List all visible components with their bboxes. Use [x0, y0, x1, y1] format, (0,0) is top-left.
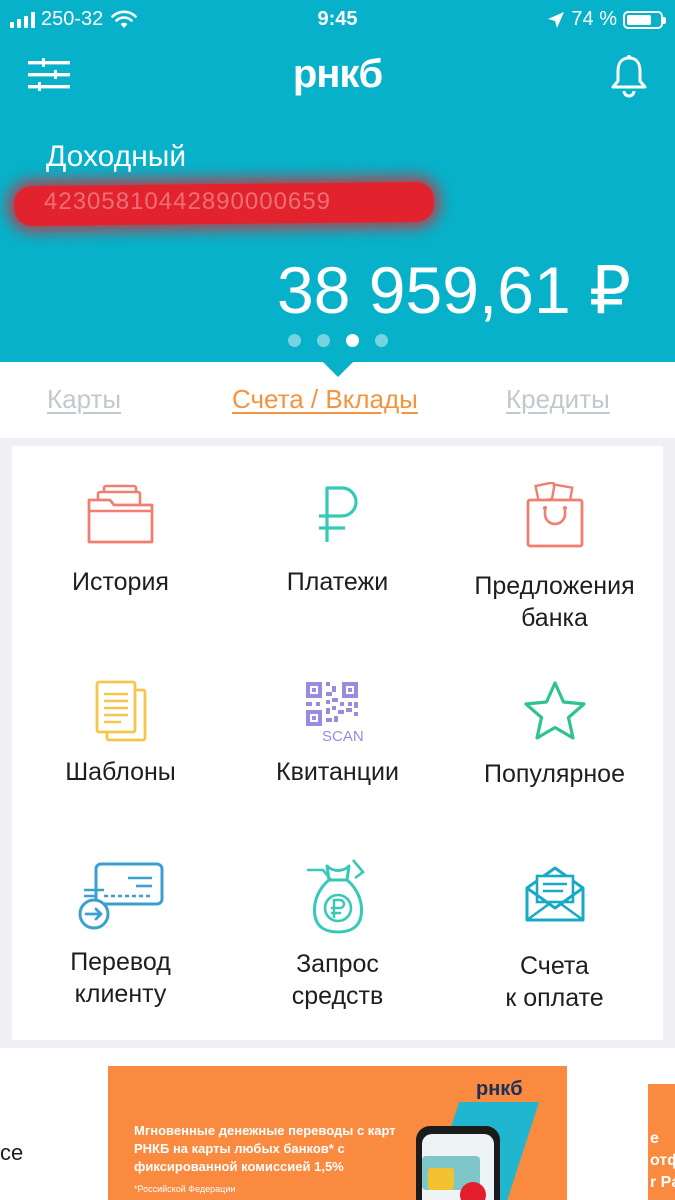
- notifications-button[interactable]: [608, 54, 650, 98]
- action-grid: История Платежи Предложения банка Шаблон…: [12, 446, 663, 1040]
- page-dot[interactable]: [374, 334, 388, 347]
- promo-carousel[interactable]: сe рнкб Мгновенные денежные переводы с к…: [0, 1048, 675, 1200]
- grid-item-history[interactable]: История: [12, 446, 229, 644]
- qr-scan-icon: SCAN: [305, 682, 364, 744]
- tab-pointer: [322, 361, 354, 377]
- grid-item-payments[interactable]: Платежи: [229, 446, 446, 644]
- account-name: Доходный: [46, 140, 187, 173]
- promo-banner[interactable]: рнкб Мгновенные денежные переводы с карт…: [108, 1066, 567, 1200]
- banner-logo: рнкб: [476, 1078, 523, 1100]
- next-banner-fragment: е отф r Pa: [650, 1130, 675, 1191]
- tab-bar: Карты Счета / Вклады Кредиты: [0, 361, 675, 438]
- page-indicator[interactable]: [0, 334, 675, 347]
- money-bag-icon: [306, 859, 365, 934]
- account-balance: 38 959,61 ₽: [277, 253, 631, 327]
- account-number-redacted: 42305810442890000659: [13, 181, 435, 228]
- account-header[interactable]: 250-32 9:45 74 % рнкб Доходный 423058104…: [0, 0, 675, 362]
- prev-banner-fragment: сe: [0, 1140, 24, 1165]
- status-bar: 250-32 9:45 74 %: [0, 0, 675, 40]
- battery-percent: 74 %: [571, 8, 617, 30]
- banner-text: Мгновенные денежные переводы с карт РНКБ…: [134, 1123, 396, 1174]
- account-number: 42305810442890000659: [44, 188, 331, 215]
- grid-label: Запрос средств: [291, 950, 384, 1010]
- phone-illustration: [416, 1126, 500, 1200]
- location-arrow-icon: [548, 11, 565, 28]
- battery-icon: [623, 10, 666, 29]
- card-transfer-icon: [78, 862, 163, 930]
- banner-footnote: *Российской Федерации: [134, 1184, 236, 1194]
- bell-icon: [611, 55, 647, 98]
- qr-scan-text: SCAN: [322, 728, 364, 744]
- grid-item-request-funds[interactable]: Запрос средств: [229, 842, 446, 1040]
- envelope-invoice-icon: [525, 866, 584, 922]
- grid-label: История: [72, 568, 169, 596]
- bank-logo: рнкб: [292, 52, 383, 96]
- status-right: 74 %: [547, 8, 666, 31]
- star-icon: [523, 681, 586, 740]
- page-dot[interactable]: [345, 334, 359, 347]
- grid-label: Платежи: [286, 568, 389, 596]
- next-banner[interactable]: е отф r Pa: [648, 1084, 675, 1200]
- tab-accounts-deposits[interactable]: Счета / Вклады: [232, 384, 418, 415]
- tab-cards[interactable]: Карты: [47, 384, 121, 415]
- grid-item-templates[interactable]: Шаблоны: [12, 644, 229, 842]
- grid-item-transfer-client[interactable]: Перевод клиенту: [12, 842, 229, 1040]
- grid-item-receipts[interactable]: SCAN Квитанции: [229, 644, 446, 842]
- page-dot[interactable]: [316, 334, 330, 347]
- grid-label: Предложения банка: [474, 572, 635, 632]
- grid-label: Перевод клиенту: [70, 948, 171, 1008]
- grid-label: Шаблоны: [65, 758, 176, 786]
- grid-label: Популярное: [483, 760, 625, 788]
- grid-item-popular[interactable]: Популярное: [446, 644, 663, 842]
- tab-credits[interactable]: Кредиты: [506, 384, 610, 415]
- grid-item-bank-offers[interactable]: Предложения банка: [446, 446, 663, 644]
- page-dot[interactable]: [287, 334, 301, 347]
- grid-label: Счета к оплате: [505, 952, 604, 1012]
- grid-label: Квитанции: [276, 758, 399, 786]
- ruble-icon: [318, 486, 358, 542]
- folder-icon: [87, 484, 153, 544]
- gift-bag-icon: [526, 482, 583, 548]
- grid-item-invoices[interactable]: Счета к оплате: [446, 842, 663, 1040]
- documents-icon: [95, 680, 146, 742]
